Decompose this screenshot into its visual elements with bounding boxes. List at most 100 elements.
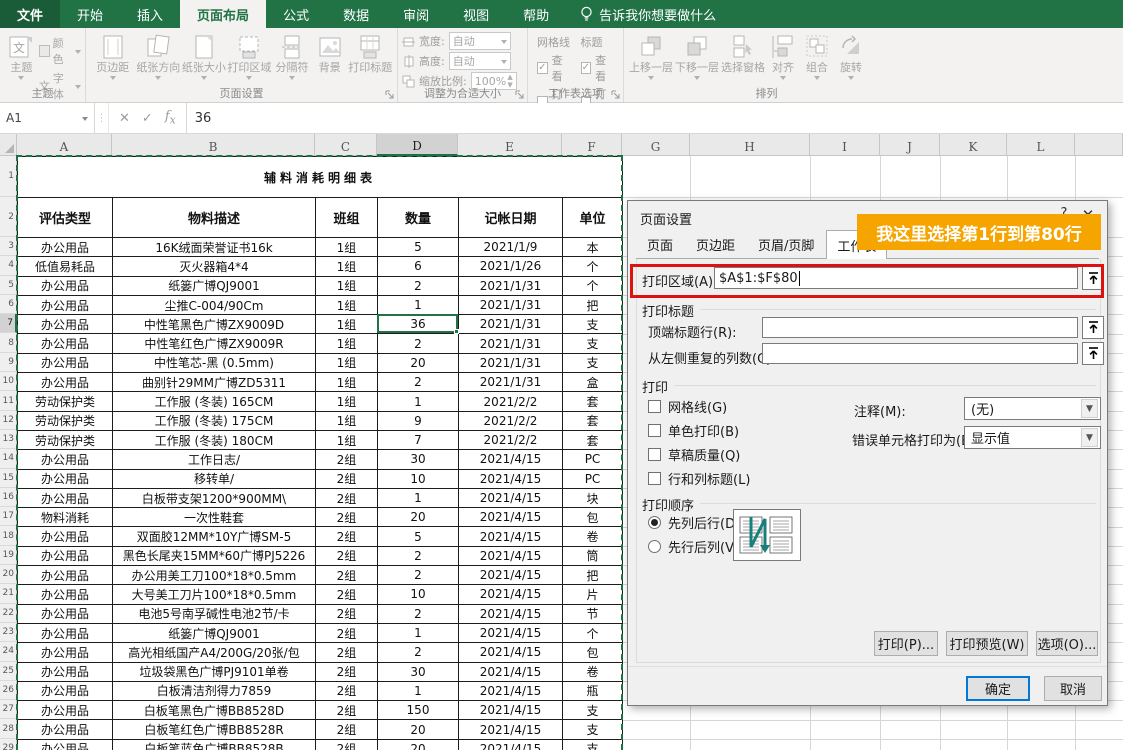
table-cell[interactable]: 1组: [316, 430, 378, 449]
table-cell[interactable]: 30: [378, 662, 459, 681]
table-cell[interactable]: 2组: [316, 585, 378, 604]
row-header-11[interactable]: 11: [0, 391, 17, 410]
ribbon-tab-7[interactable]: 审阅: [386, 0, 446, 28]
table-cell[interactable]: 片: [563, 585, 623, 604]
table-cell[interactable]: 本: [563, 238, 623, 257]
table-header-cell[interactable]: 物料描述: [113, 198, 316, 238]
table-cell[interactable]: 套: [563, 392, 623, 411]
table-cell[interactable]: 一次性鞋套: [113, 508, 316, 527]
table-cell[interactable]: 2组: [316, 546, 378, 565]
table-cell[interactable]: 2021/4/15: [459, 623, 563, 642]
table-cell[interactable]: 办公用品: [18, 739, 113, 750]
table-cell[interactable]: 2021/2/2: [459, 392, 563, 411]
table-cell[interactable]: 中性笔黑色广博ZX9009D: [113, 315, 316, 334]
row-header-10[interactable]: 10: [0, 372, 17, 391]
row-header-28[interactable]: 28: [0, 719, 17, 738]
table-cell[interactable]: 办公用品: [18, 295, 113, 314]
column-header-J[interactable]: J: [880, 134, 940, 156]
table-cell[interactable]: 办公用美工刀100*18*0.5mm: [113, 566, 316, 585]
sheet-options-dialog-launcher[interactable]: [611, 90, 621, 100]
table-cell[interactable]: 1组: [316, 334, 378, 353]
table-cell[interactable]: 150: [378, 701, 459, 720]
table-cell[interactable]: 1组: [316, 295, 378, 314]
table-cell[interactable]: 办公用品: [18, 662, 113, 681]
table-cell[interactable]: 20: [378, 353, 459, 372]
confirm-entry-icon[interactable]: ✓: [142, 111, 153, 126]
row-header-1[interactable]: 1: [0, 156, 17, 197]
row-header-12[interactable]: 12: [0, 411, 17, 430]
table-cell[interactable]: 2021/4/15: [459, 566, 563, 585]
left-cols-input[interactable]: [762, 343, 1078, 364]
table-cell[interactable]: 2组: [316, 508, 378, 527]
table-cell[interactable]: 1组: [316, 238, 378, 257]
column-header-C[interactable]: C: [315, 134, 377, 156]
table-cell[interactable]: 劳动保护类: [18, 411, 113, 430]
table-cell[interactable]: 2021/4/15: [459, 662, 563, 681]
print-order-radio[interactable]: 先列后行(D): [648, 513, 740, 532]
table-cell[interactable]: 支: [563, 720, 623, 739]
column-header-G[interactable]: G: [622, 134, 690, 156]
align-button[interactable]: 对齐: [766, 32, 800, 80]
row-header-19[interactable]: 19: [0, 546, 17, 565]
table-cell[interactable]: 20: [378, 508, 459, 527]
table-cell[interactable]: 2组: [316, 701, 378, 720]
errors-dropdown[interactable]: 显示值▼: [964, 426, 1101, 449]
cancel-entry-icon[interactable]: ✕: [119, 111, 130, 126]
table-cell[interactable]: 2021/4/15: [459, 701, 563, 720]
print-option-checkbox[interactable]: 网格线(G): [648, 397, 727, 416]
table-cell[interactable]: 9: [378, 411, 459, 430]
table-cell[interactable]: 工作服 (冬装) 175CM: [113, 411, 316, 430]
row-header-3[interactable]: 3: [0, 237, 17, 256]
row-header-20[interactable]: 20: [0, 565, 17, 584]
table-cell[interactable]: 办公用品: [18, 469, 113, 488]
ribbon-tab-4[interactable]: 页面布局: [180, 0, 266, 28]
table-cell[interactable]: 筒: [563, 546, 623, 565]
row-header-6[interactable]: 6: [0, 295, 17, 314]
table-cell[interactable]: 卷: [563, 527, 623, 546]
gridlines-view-checkbox[interactable]: ✓查看: [537, 52, 571, 84]
table-cell[interactable]: 2组: [316, 739, 378, 750]
table-cell[interactable]: 1: [378, 488, 459, 507]
table-cell[interactable]: 双面胶12MM*10Y广博SM-5: [113, 527, 316, 546]
table-cell[interactable]: 白板带支架1200*900MM\: [113, 488, 316, 507]
table-cell[interactable]: 1: [378, 392, 459, 411]
table-cell[interactable]: 纸篓广博QJ9001: [113, 623, 316, 642]
table-cell[interactable]: 办公用品: [18, 276, 113, 295]
table-cell[interactable]: 2组: [316, 527, 378, 546]
table-cell[interactable]: 1组: [316, 257, 378, 276]
print-preview-button[interactable]: 打印预览(W): [946, 631, 1028, 656]
table-cell[interactable]: 办公用品: [18, 566, 113, 585]
table-cell[interactable]: 节: [563, 604, 623, 623]
table-cell[interactable]: 办公用品: [18, 315, 113, 334]
table-cell[interactable]: 套: [563, 430, 623, 449]
row-header-4[interactable]: 4: [0, 256, 17, 275]
width-select[interactable]: 自动: [449, 32, 511, 50]
table-cell[interactable]: 个: [563, 623, 623, 642]
name-box-dropdown-icon[interactable]: [82, 117, 88, 121]
row-header-18[interactable]: 18: [0, 526, 17, 545]
ribbon-tab-6[interactable]: 数据: [326, 0, 386, 28]
row-header-24[interactable]: 24: [0, 642, 17, 661]
options-button[interactable]: 选项(O)...: [1036, 631, 1098, 656]
ok-button[interactable]: 确定: [966, 676, 1030, 701]
name-box[interactable]: A1: [0, 103, 95, 133]
table-cell[interactable]: 7: [378, 430, 459, 449]
table-cell[interactable]: PC: [563, 450, 623, 469]
table-header-cell[interactable]: 班组: [316, 198, 378, 238]
theme-colors-button[interactable]: 颜色: [39, 35, 81, 67]
table-cell[interactable]: 物料消耗: [18, 508, 113, 527]
margins-button[interactable]: 页边距: [90, 32, 136, 80]
table-cell[interactable]: 2021/1/31: [459, 295, 563, 314]
table-cell[interactable]: 中性笔芯-黑 (0.5mm): [113, 353, 316, 372]
group-button[interactable]: 组合: [800, 32, 834, 80]
table-cell[interactable]: 个: [563, 257, 623, 276]
table-cell[interactable]: 1组: [316, 392, 378, 411]
table-cell[interactable]: 瓶: [563, 681, 623, 700]
table-cell[interactable]: 中性笔红色广博ZX9009R: [113, 334, 316, 353]
table-cell[interactable]: 1组: [316, 276, 378, 295]
table-cell[interactable]: 移转单/: [113, 469, 316, 488]
table-cell[interactable]: 2021/1/31: [459, 276, 563, 295]
table-cell[interactable]: 1: [378, 295, 459, 314]
table-cell[interactable]: 2组: [316, 643, 378, 662]
table-cell[interactable]: 把: [563, 566, 623, 585]
